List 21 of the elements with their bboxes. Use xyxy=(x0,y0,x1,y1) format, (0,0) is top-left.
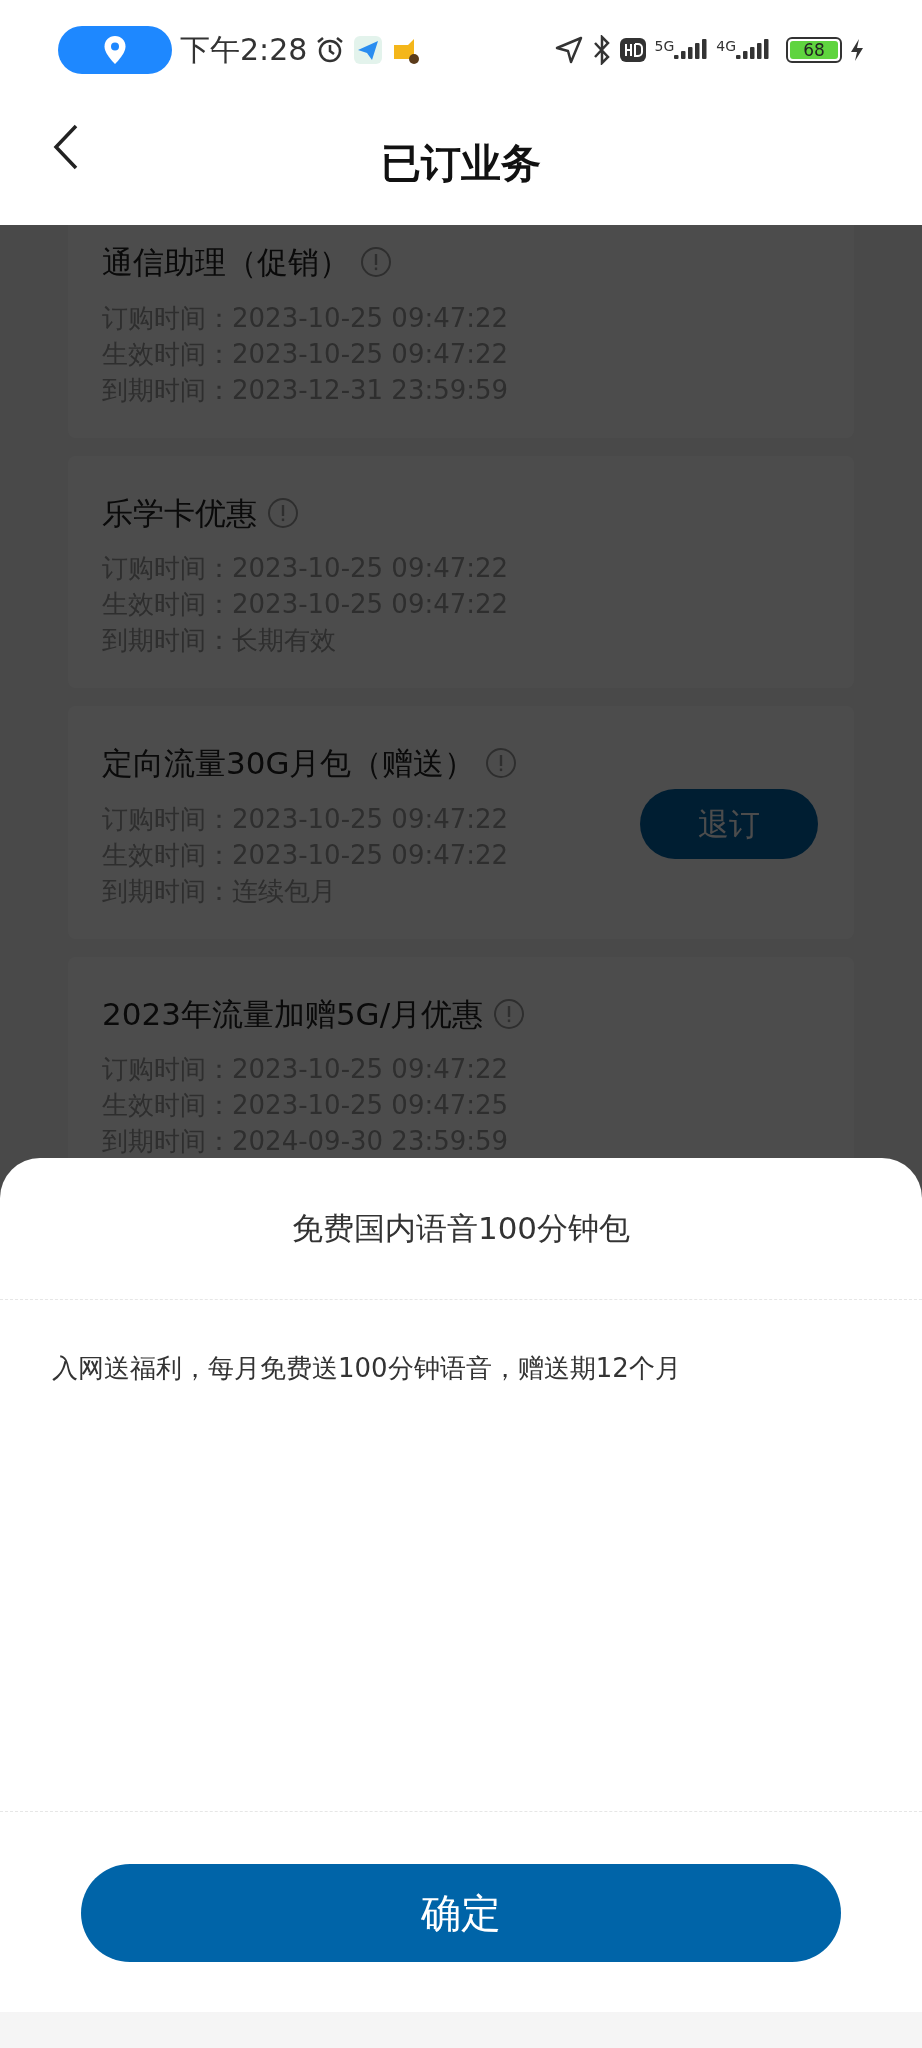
location-pill[interactable] xyxy=(58,26,172,74)
service-name: 通信助理（促销） xyxy=(102,243,350,282)
signal-icon xyxy=(674,39,709,61)
hd-icon xyxy=(620,38,647,62)
confirm-button[interactable]: 确定 xyxy=(81,1864,841,1962)
page-title: 已订业务 xyxy=(381,138,541,188)
charging-icon xyxy=(850,38,864,62)
signal-icon xyxy=(736,39,770,61)
battery-level: 68 xyxy=(803,41,825,59)
sheet-title: 免费国内语音100分钟包 xyxy=(291,1209,631,1249)
paper-plane-icon xyxy=(353,35,384,65)
service-name: 2023年流量加赠5G/月优惠 xyxy=(102,994,484,1034)
network-type: 5G xyxy=(654,39,675,53)
location-pin-icon xyxy=(103,35,127,65)
service-name: 乐学卡优惠 xyxy=(102,493,257,533)
navigation-arrow-icon xyxy=(554,35,585,65)
back-icon xyxy=(53,124,79,170)
service-name: 定向流量30G月包（赠送） xyxy=(102,744,476,783)
network-type: 4G xyxy=(716,39,736,53)
sheet-description: 入网送福利，每月免费送100分钟语音，赠送期12个月 xyxy=(52,1352,682,1385)
clock-time: 下午2:28 xyxy=(180,35,308,65)
